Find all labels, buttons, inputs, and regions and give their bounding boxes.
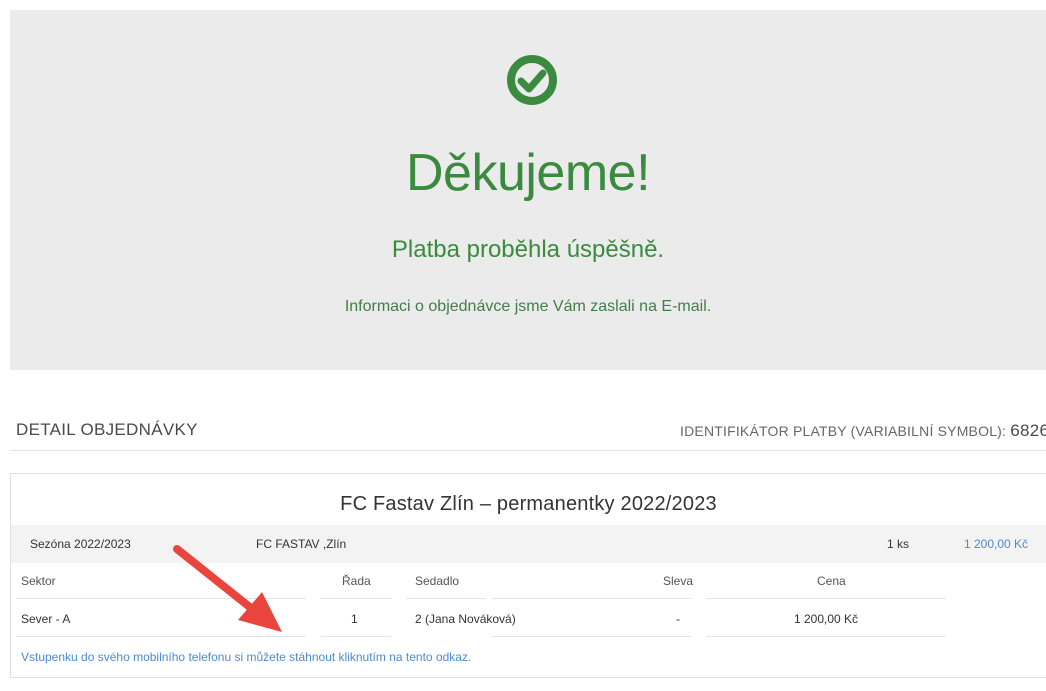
summary-item: Sezóna 2022/2023 [30, 537, 131, 551]
col-header-sektor: Sektor [21, 574, 56, 588]
col-header-rada: Řada [342, 574, 371, 588]
order-card: FC Fastav Zlín – permanentky 2022/2023 S… [10, 473, 1046, 678]
success-banner: Děkujeme! Platba proběhla úspěšně. Infor… [10, 10, 1046, 370]
payment-identifier: IDENTIFIKÁTOR PLATBY (VARIABILNÍ SYMBOL)… [680, 421, 1046, 441]
row-divider [321, 598, 391, 599]
row-divider [491, 598, 691, 599]
divider [10, 450, 1046, 451]
order-summary-row: Sezóna 2022/2023 FC FASTAV ,Zlín 1 ks 1 … [11, 525, 1046, 563]
summary-price: 1 200,00 Kč [964, 537, 1029, 551]
summary-venue: FC FASTAV ,Zlín [256, 537, 347, 551]
payment-status: Platba proběhla úspěšně. [391, 236, 665, 263]
col-header-sleva: Sleva [663, 574, 694, 588]
row-divider [16, 636, 306, 637]
table-cell-sleva: - [676, 612, 680, 626]
table-cell-rada: 1 [351, 612, 358, 626]
col-header-sedadlo: Sedadlo [415, 574, 460, 588]
row-divider [706, 598, 946, 599]
row-divider [16, 598, 306, 599]
row-divider [321, 636, 391, 637]
row-divider [706, 636, 946, 637]
thanks-heading: Děkujeme! [405, 144, 651, 202]
table-cell-sektor: Sever - A [21, 612, 71, 626]
row-divider [406, 598, 486, 599]
ticket-download-link[interactable]: Vstupenku do svého mobilního telefonu si… [21, 650, 471, 664]
email-info: Informaci o objednávce jsme Vám zaslali … [344, 298, 712, 315]
check-circle-icon [507, 55, 557, 105]
event-name: FC Fastav Zlín – permanentky 2022/2023 [340, 493, 717, 515]
row-divider [491, 636, 691, 637]
payment-id-value: 682635 [1010, 421, 1046, 440]
payment-id-label: IDENTIFIKÁTOR PLATBY (VARIABILNÍ SYMBOL)… [680, 423, 1007, 439]
summary-quantity: 1 ks [887, 537, 910, 551]
order-detail-title: DETAIL OBJEDNÁVKY [16, 420, 198, 439]
table-cell-cena: 1 200,00 Kč [794, 612, 859, 626]
col-header-cena: Cena [817, 574, 846, 588]
table-cell-sedadlo: 2 (Jana Nováková) [415, 612, 516, 626]
